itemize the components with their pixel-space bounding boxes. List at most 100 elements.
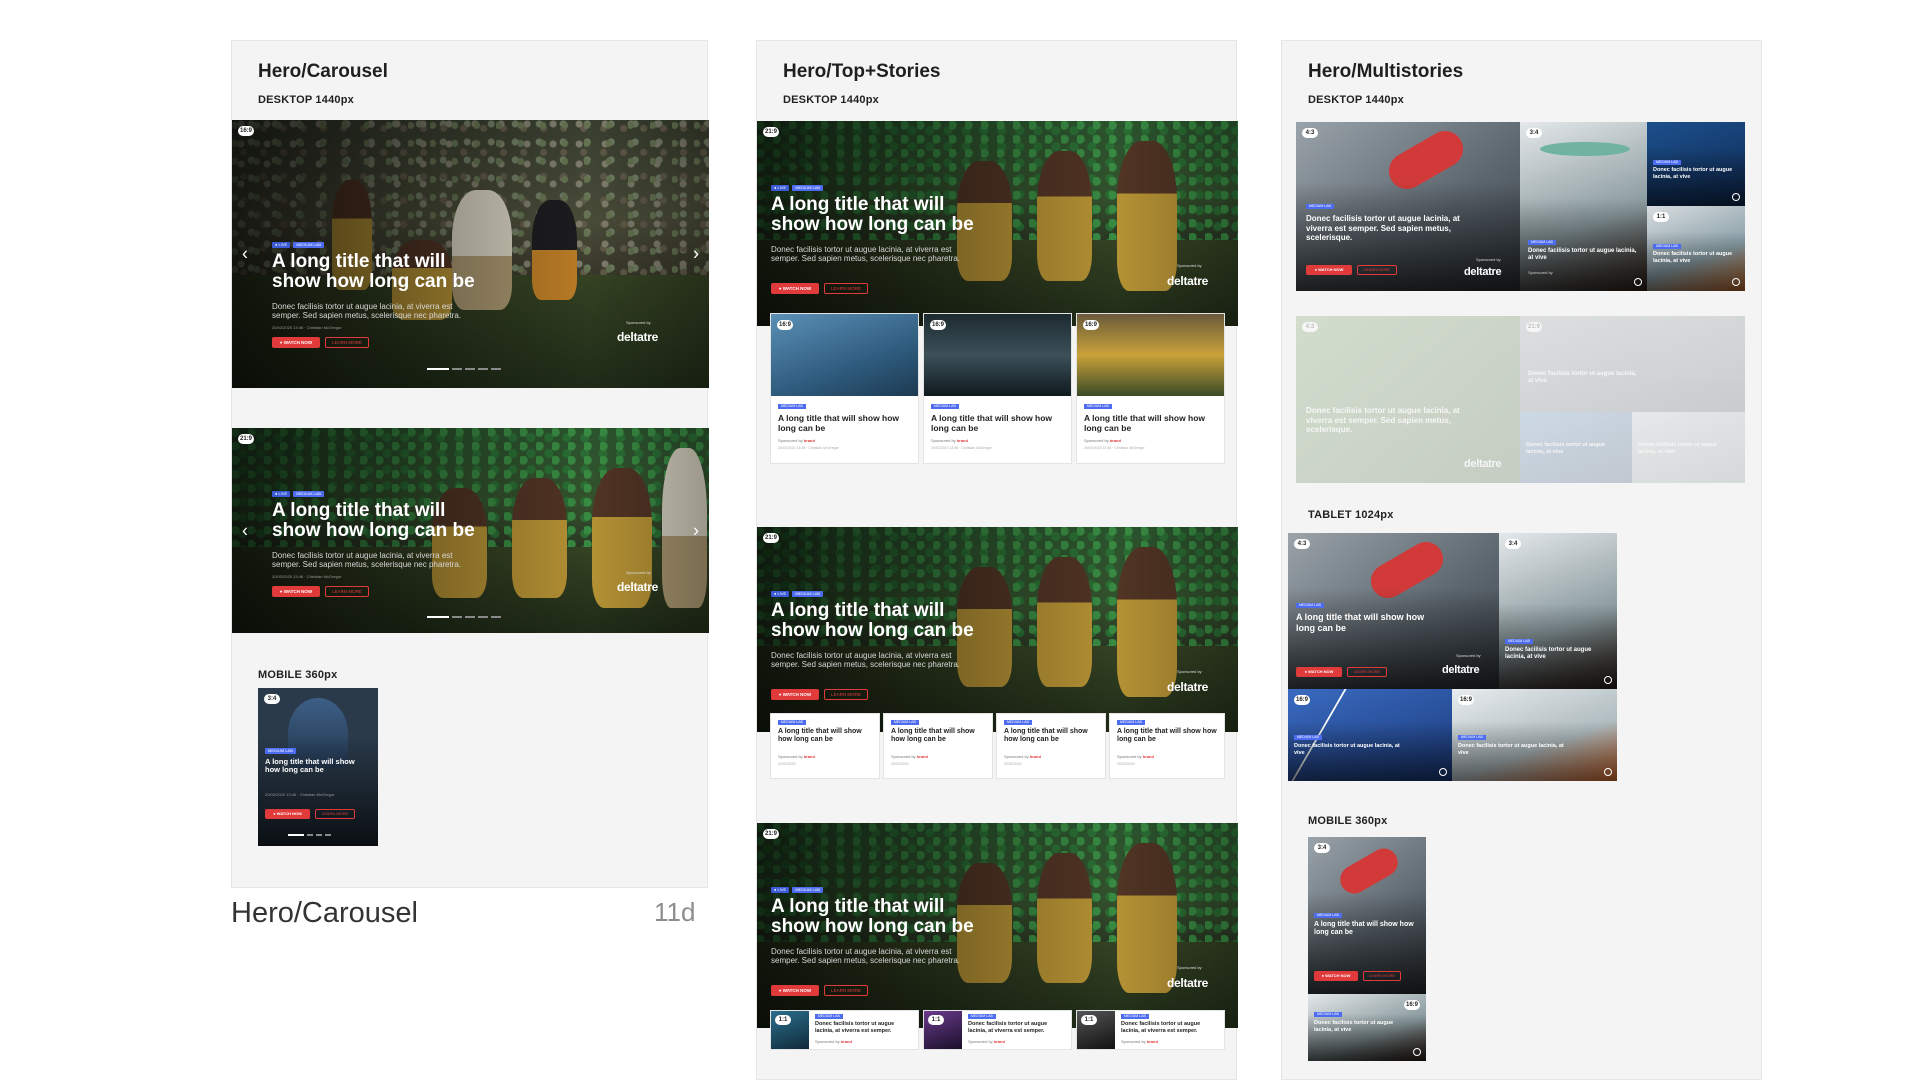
category-chip: MEDIUM LAB bbox=[265, 748, 296, 754]
watch-now-button[interactable]: ● WATCH NOW bbox=[771, 689, 819, 700]
story-card-title: A long title that will show how long can… bbox=[891, 728, 975, 744]
multistory-tile: Donec facilisis tortor ut augue lacinia,… bbox=[1632, 412, 1745, 483]
top-stories-hero[interactable]: 21:9 ● LIVE MEDIUM LAB A long title that… bbox=[757, 121, 1238, 326]
carousel-dot[interactable] bbox=[478, 616, 488, 618]
multistory-title: Donec facilisis tortor ut augue lacinia,… bbox=[1653, 251, 1733, 264]
carousel-next-arrow[interactable]: › bbox=[693, 244, 699, 265]
story-card[interactable]: 16:9 MEDIUM LAB A long title that will s… bbox=[1077, 314, 1224, 463]
carousel-dot[interactable] bbox=[307, 834, 313, 836]
watch-now-button[interactable]: ● WATCH NOW bbox=[771, 283, 819, 294]
watch-now-button[interactable]: ● WATCH NOW bbox=[272, 586, 320, 597]
multistory-title: Donec facilisis tortor ut augue lacinia,… bbox=[1458, 743, 1564, 756]
watch-now-button[interactable]: ● WATCH NOW bbox=[265, 809, 310, 819]
multistory-tile[interactable]: 1:1 MEDIUM LAB Donec facilisis tortor ut… bbox=[1647, 206, 1745, 291]
gallery-icon bbox=[1732, 278, 1740, 286]
carousel-dot[interactable] bbox=[491, 616, 501, 618]
tablet-main-tile[interactable]: 4:3 MEDIUM LAB A long title that will sh… bbox=[1288, 533, 1499, 689]
top-stories-hero[interactable]: 21:9 ● LIVE MEDIUM LAB A long title that… bbox=[757, 823, 1238, 1028]
category-chip: MEDIUM LAB bbox=[1294, 735, 1322, 740]
story-card-compact[interactable]: MEDIUM LAB A long title that will show h… bbox=[1110, 714, 1224, 778]
carousel-hero-16-9[interactable]: 16:9 ● LIVE MEDIUM LAB A long title that… bbox=[232, 120, 709, 388]
carousel-dot[interactable] bbox=[491, 368, 501, 370]
learn-more-button[interactable]: LEARN MORE bbox=[325, 337, 369, 348]
component-age: 11d bbox=[654, 897, 696, 927]
carousel-dot[interactable] bbox=[452, 616, 462, 618]
story-card-image bbox=[924, 314, 1071, 396]
ratio-badge: 16:9 bbox=[238, 126, 254, 136]
category-chip: MEDIUM LAB bbox=[1117, 720, 1145, 725]
video-icon bbox=[1439, 768, 1447, 776]
section-label-mobile: MOBILE 360px bbox=[258, 669, 338, 681]
category-chip: MEDIUM LAB bbox=[1653, 244, 1681, 249]
watch-now-button[interactable]: ● WATCH NOW bbox=[1296, 667, 1342, 677]
mobile-tile[interactable]: 16:9 MEDIUM LAB Donec facilisis tortor u… bbox=[1308, 994, 1426, 1061]
sponsored-by-label: Sponsored by brand bbox=[778, 438, 815, 443]
learn-more-button[interactable]: LEARN MORE bbox=[325, 586, 369, 597]
learn-more-button[interactable]: LEARN MORE bbox=[1347, 667, 1387, 677]
carousel-dot[interactable] bbox=[465, 616, 475, 618]
multistory-title: Donec facilisis tortor ut augue lacinia,… bbox=[1306, 214, 1460, 243]
carousel-dot[interactable] bbox=[288, 834, 304, 836]
story-list-title: Donec facilisis tortor ut augue lacinia,… bbox=[815, 1021, 895, 1034]
carousel-dots[interactable] bbox=[427, 368, 501, 370]
story-list-item[interactable]: 1:1 MEDIUM LAB Donec facilisis tortor ut… bbox=[1077, 1011, 1224, 1049]
carousel-dot[interactable] bbox=[478, 368, 488, 370]
watch-now-button[interactable]: ● WATCH NOW bbox=[1314, 971, 1358, 981]
story-card-image bbox=[771, 314, 918, 396]
mobile-hero-title: A long title that will show how long can… bbox=[265, 757, 355, 774]
story-card-compact[interactable]: MEDIUM LAB A long title that will show h… bbox=[997, 714, 1105, 778]
hero-title: A long title that will show how long can… bbox=[771, 896, 974, 937]
carousel-dot[interactable] bbox=[427, 616, 449, 618]
story-card[interactable]: 16:9 MEDIUM LAB A long title that will s… bbox=[771, 314, 918, 463]
learn-more-button[interactable]: LEARN MORE bbox=[824, 283, 868, 294]
tablet-tile[interactable]: 3:4 MEDIUM LAB Donec facilisis tortor ut… bbox=[1499, 533, 1617, 689]
carousel-hero-21-9[interactable]: 21:9 ● LIVE MEDIUM LAB A long title that… bbox=[232, 428, 709, 633]
story-list-item[interactable]: 1:1 MEDIUM LAB Donec facilisis tortor ut… bbox=[771, 1011, 918, 1049]
multistory-tile[interactable]: MEDIUM LAB Donec facilisis tortor ut aug… bbox=[1647, 122, 1745, 206]
learn-more-button[interactable]: LEARN MORE bbox=[824, 689, 868, 700]
tablet-tile[interactable]: 16:9 MEDIUM LAB Donec facilisis tortor u… bbox=[1288, 689, 1452, 781]
carousel-dot[interactable] bbox=[316, 834, 322, 836]
sponsored-by-label: Sponsored by brand bbox=[815, 1039, 852, 1044]
carousel-dot[interactable] bbox=[427, 368, 449, 370]
watch-now-button[interactable]: ● WATCH NOW bbox=[1306, 265, 1352, 275]
story-card[interactable]: 16:9 MEDIUM LAB A long title that will s… bbox=[924, 314, 1071, 463]
ratio-badge: 21:9 bbox=[763, 829, 779, 839]
learn-more-button[interactable]: LEARN MORE bbox=[824, 985, 868, 996]
board-hero-multistories[interactable]: Hero/Multistories DESKTOP 1440px 4:3 MED… bbox=[1281, 40, 1762, 1080]
carousel-next-arrow[interactable]: › bbox=[693, 520, 699, 541]
board-title: Hero/Carousel bbox=[258, 61, 388, 82]
multistory-tile[interactable]: 3:4 MEDIUM LAB Donec facilisis tortor ut… bbox=[1520, 122, 1647, 291]
live-chip: ● LIVE bbox=[771, 185, 790, 191]
multistory-title: Donec facilisis tortor ut augue lacinia,… bbox=[1294, 743, 1400, 756]
story-card-compact[interactable]: MEDIUM LAB A long title that will show h… bbox=[884, 714, 992, 778]
story-card-date: 20/02/2020 bbox=[1117, 762, 1135, 766]
carousel-dots[interactable] bbox=[427, 616, 501, 618]
carousel-dot[interactable] bbox=[465, 368, 475, 370]
story-card-title: A long title that will show how long can… bbox=[931, 413, 1053, 434]
learn-more-button[interactable]: LEARN MORE bbox=[315, 809, 355, 819]
carousel-prev-arrow[interactable]: ‹ bbox=[242, 520, 248, 541]
carousel-dot[interactable] bbox=[325, 834, 331, 836]
tablet-tile[interactable]: 16:9 MEDIUM LAB Donec facilisis tortor u… bbox=[1452, 689, 1617, 781]
board-hero-top-stories[interactable]: Hero/Top+Stories DESKTOP 1440px 21:9 ● L… bbox=[756, 40, 1238, 1080]
board-hero-carousel[interactable]: Hero/Carousel DESKTOP 1440px 16:9 ● LIVE… bbox=[231, 40, 709, 888]
learn-more-button[interactable]: LEARN MORE bbox=[1357, 265, 1397, 275]
category-chip: MEDIUM LAB bbox=[792, 185, 824, 191]
category-chip: MEDIUM LAB bbox=[1458, 735, 1486, 740]
multistory-main-tile[interactable]: 4:3 MEDIUM LAB Donec facilisis tortor ut… bbox=[1296, 122, 1520, 291]
mobile-main-tile[interactable]: 3:4 MEDIUM LAB A long title that will sh… bbox=[1308, 837, 1426, 994]
deltatre-logo: deltatre bbox=[1167, 680, 1208, 694]
carousel-dot[interactable] bbox=[452, 368, 462, 370]
top-stories-hero[interactable]: 21:9 ● LIVE MEDIUM LAB A long title that… bbox=[757, 527, 1238, 732]
learn-more-button[interactable]: LEARN MORE bbox=[1363, 971, 1401, 981]
mobile-carousel-hero[interactable]: 3:4 MEDIUM LAB A long title that will sh… bbox=[258, 688, 378, 846]
watch-now-button[interactable]: ● WATCH NOW bbox=[272, 337, 320, 348]
carousel-dots[interactable] bbox=[288, 834, 331, 836]
sponsored-by-label: Sponsored by brand bbox=[1117, 754, 1154, 759]
watch-now-button[interactable]: ● WATCH NOW bbox=[771, 985, 819, 996]
story-list-item[interactable]: 1:1 MEDIUM LAB Donec facilisis tortor ut… bbox=[924, 1011, 1071, 1049]
multistory-title: Donec facilisis tortor ut augue lacinia,… bbox=[1638, 442, 1718, 455]
carousel-prev-arrow[interactable]: ‹ bbox=[242, 244, 248, 265]
story-card-compact[interactable]: MEDIUM LAB A long title that will show h… bbox=[771, 714, 879, 778]
